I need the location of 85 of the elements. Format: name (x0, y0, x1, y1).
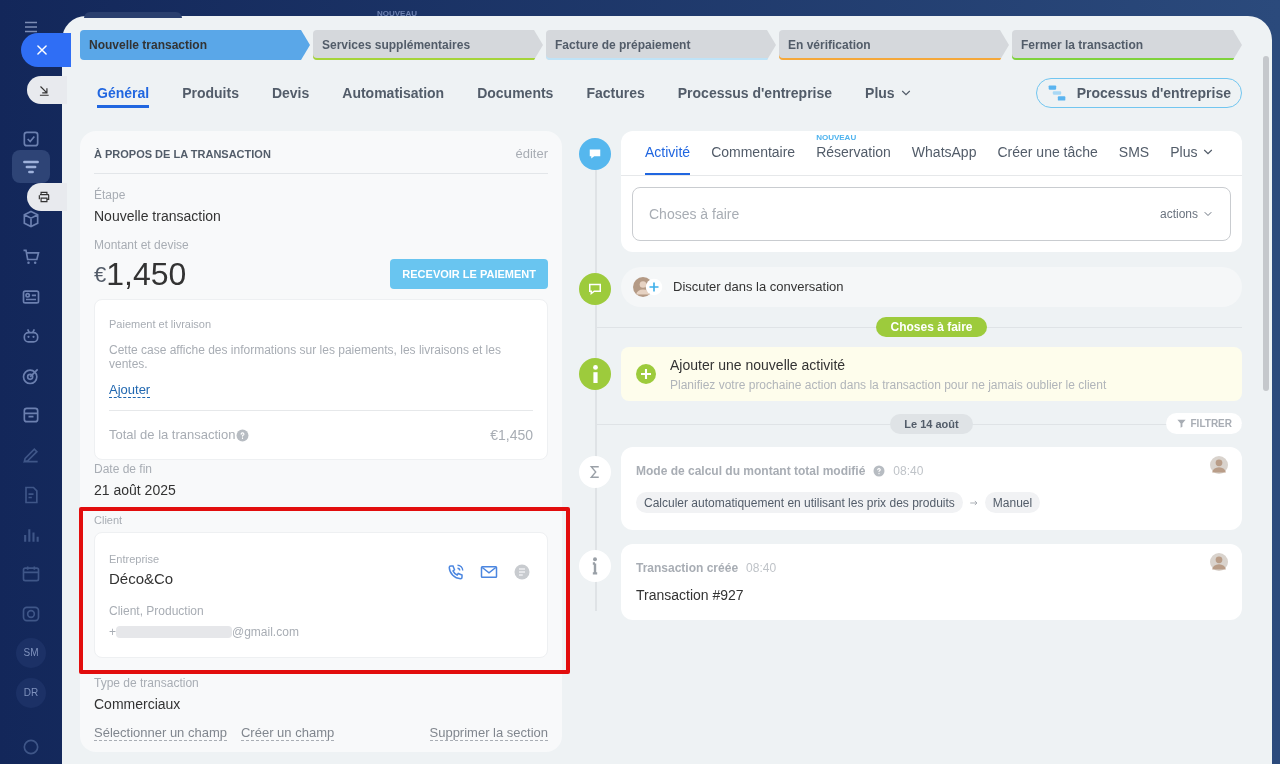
plus-icon (636, 364, 656, 384)
event-time: 08:40 (746, 560, 777, 577)
client-email: @gmail.com (232, 624, 299, 641)
tab[interactable]: Produits (182, 78, 239, 108)
tab[interactable]: Factures (586, 78, 645, 108)
chat-label: Discuter dans la conversation (673, 278, 844, 297)
composer-tab[interactable]: WhatsApp (911, 131, 977, 175)
new-label: NOUVEAU (377, 8, 417, 20)
panel-title: Paiement et livraison (109, 317, 213, 332)
activity-hint: Planifiez votre prochaine action dans la transaction pour ne jamais oublier le client (670, 376, 1107, 394)
stage-step[interactable]: Facture de prépaiement (546, 30, 776, 60)
field-link[interactable]: Sélectionner un champ (94, 725, 227, 741)
new-label: NOUVEAU (816, 134, 857, 142)
field-label: Étape (94, 186, 127, 204)
event-title: Mode de calcul du montant total modifié (636, 463, 866, 480)
avatar-icon (1210, 456, 1228, 474)
info-icon (592, 365, 598, 383)
filter-icon (1175, 418, 1187, 429)
client-type: Entreprise (109, 552, 161, 567)
actions-dropdown[interactable]: actions (1159, 205, 1214, 223)
value-chip: Calculer automatiquement en utilisant les prix des produits (636, 492, 963, 513)
composer-tab[interactable]: Créer une tâche (997, 131, 1098, 175)
tab[interactable]: Général (97, 78, 150, 108)
stage-step[interactable]: Fermer la transaction (1012, 30, 1242, 60)
stage-step[interactable]: Nouvelle transaction (80, 30, 310, 60)
activity-title: Ajouter une nouvelle activité (670, 355, 847, 375)
scrollbar[interactable] (1263, 56, 1269, 391)
tab[interactable]: Documents (477, 78, 554, 108)
total-value: €1,450 (490, 425, 533, 445)
phone-icon[interactable] (447, 563, 465, 581)
section-title: À PROPOS DE LA TRANSACTION (94, 146, 271, 162)
mail-icon[interactable] (479, 563, 499, 581)
event-time: 08:40 (893, 463, 924, 480)
value-chip: Manuel (984, 492, 1041, 513)
panel-description: Cette case affiche des informations sur les paiements, les livraisons et les ventes. (109, 342, 502, 371)
tab[interactable]: Automatisation (342, 78, 445, 108)
workflow-icon (1046, 83, 1067, 103)
avatar-initials[interactable]: SM (16, 637, 46, 668)
avatar-initials[interactable]: DR (16, 677, 46, 708)
field-label: Type de transaction (94, 675, 200, 692)
close-icon (35, 43, 49, 57)
close-button[interactable] (21, 33, 71, 67)
avatar-icon (1210, 553, 1228, 571)
date-badge: Le 14 août (890, 414, 973, 434)
print-button[interactable] (27, 183, 67, 211)
currency-sign: € (94, 261, 107, 287)
field-value: 21 août 2025 (94, 480, 177, 500)
tab[interactable]: Devis (271, 78, 310, 108)
printer-icon (37, 190, 51, 204)
tab[interactable]: Plus (865, 78, 913, 108)
add-link[interactable]: Ajouter (109, 382, 151, 398)
field-label: Client (94, 512, 124, 528)
composer-tab[interactable]: Activité (645, 131, 691, 175)
chat-row[interactable]: Discuter dans la conversation (621, 267, 1242, 307)
composer-tab[interactable]: NOUVEAU Réservation (816, 131, 891, 175)
field-value: Commerciaux (94, 695, 182, 714)
amount-value: 1,450 (106, 255, 187, 293)
field-value: Nouvelle transaction (94, 207, 222, 226)
cube-icon[interactable] (21, 208, 41, 229)
composer-tab[interactable]: Commentaire (711, 131, 796, 175)
field-label: Date de fin (94, 460, 154, 478)
help-icon (236, 428, 250, 442)
todo-input[interactable]: Choses à faire actions (632, 187, 1231, 241)
client-name: Déco&Co (109, 568, 175, 589)
event-text: Transaction #927 (636, 586, 745, 605)
stage-step[interactable]: En vérification (779, 30, 1009, 60)
composer-tab[interactable]: SMS (1118, 131, 1150, 175)
info-icon (592, 557, 598, 575)
event-title: Transaction créée (636, 560, 739, 577)
field-label: Montant et devise (94, 237, 190, 254)
contact-prefix: + (109, 624, 116, 641)
status-badge: Choses à faire (876, 317, 987, 337)
add-activity-card[interactable]: Ajouter une nouvelle activité Planifiez votre prochaine action dans la transaction pour ne jamais oublier le client (621, 347, 1242, 401)
total-label: Total de la transaction (109, 426, 236, 445)
stage-step[interactable]: Services supplémentaires (313, 30, 543, 60)
help-icon (873, 465, 886, 477)
tab[interactable]: Processus d'entreprise (677, 78, 833, 108)
remove-section-link[interactable]: Supprimer la section (429, 725, 548, 741)
collapse-button[interactable] (27, 76, 67, 104)
arrow-down-right-icon (37, 83, 51, 97)
client-tags: Client, Production (109, 602, 299, 620)
plus-icon (645, 278, 663, 296)
sidebar-item-highlight[interactable] (12, 150, 50, 183)
composer-tab[interactable]: Plus (1170, 131, 1216, 175)
field-link[interactable]: Créer un champ (241, 725, 335, 741)
